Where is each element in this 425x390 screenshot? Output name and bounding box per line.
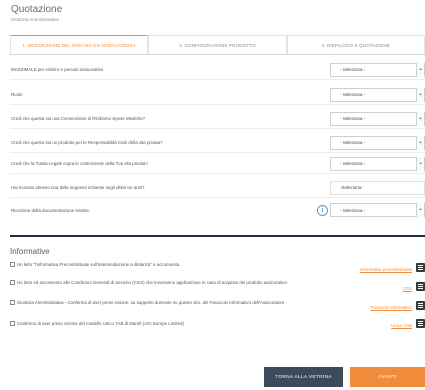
tutela-legale-select[interactable]: - Seleziona - ⌄	[330, 156, 425, 171]
document-icon[interactable]	[416, 301, 425, 310]
consent-text: Ho letto ed acconsento alle Condizioni G…	[17, 280, 287, 285]
ricezione-documentazione-select[interactable]: - Seleziona - ⌄	[330, 203, 425, 217]
chevron-down-icon[interactable]: ⌄	[416, 156, 424, 171]
consent-checkbox-row: Giustizia Amministrativa - Conferma di a…	[10, 299, 327, 307]
step-3-tab[interactable]: 3. RIEPILOGO E QUOTAZIONE	[286, 35, 425, 54]
doc-link-cgs[interactable]: CGS	[402, 286, 412, 291]
ruolo-select[interactable]: - Seleziona - ⌄	[330, 87, 425, 102]
document-icon[interactable]	[416, 319, 425, 328]
checkbox[interactable]	[10, 262, 15, 267]
question-label: MASSIMALE per sinistro e periodo assicur…	[11, 67, 104, 72]
select-value: - Seleziona -	[340, 67, 366, 72]
step-1-tab[interactable]: 1. DESCRIZIONE DEL RISCHIO ED ADEGUATEZZ…	[10, 35, 149, 54]
doc-link-fascicolo[interactable]: Fascicolo Informativo	[371, 305, 412, 310]
doc-link-unico[interactable]: Unico 7AB	[391, 323, 412, 328]
consent-text: Confermo di aver preso visione del model…	[17, 321, 184, 326]
rimborso-spese-select[interactable]: - Seleziona - ⌄	[330, 111, 425, 126]
doc-link-informativa[interactable]: Informativa precontrattuale	[360, 267, 412, 272]
chevron-down-icon[interactable]: ⌄	[416, 111, 424, 126]
responsabilita-civili-select[interactable]: - Seleziona - ⌄	[330, 135, 425, 150]
document-icon[interactable]	[416, 282, 425, 291]
select-value: - Seleziona -	[340, 116, 366, 121]
question-row: Hai ricevuto almeno una delle seguenti r…	[10, 178, 425, 198]
question-row: Credi che questo sia un prodotto per le …	[10, 133, 425, 153]
step-2-tab[interactable]: 2. CONFIGURAZIONE PRODOTTO	[148, 35, 287, 54]
richieste-select[interactable]: -Seleziona-	[330, 180, 425, 195]
chevron-down-icon[interactable]: ⌄	[416, 87, 424, 102]
question-row: Credi che questa sia una Convenzione di …	[10, 109, 425, 129]
checkbox[interactable]	[10, 321, 15, 326]
question-label: Credi che la Tutela Legale copra le cont…	[11, 161, 148, 166]
question-label: Credi che questo sia un prodotto per le …	[11, 140, 163, 145]
massimale-select[interactable]: - Seleziona - ⌄	[330, 62, 425, 77]
question-row: Ricezione della documentazione tramite: …	[10, 200, 425, 220]
question-label: Credi che questa sia una Convenzione di …	[11, 116, 145, 121]
next-button[interactable]: AVANTI	[350, 367, 425, 387]
question-row: MASSIMALE per sinistro e periodo assicur…	[10, 60, 425, 80]
chevron-down-icon[interactable]: ⌄	[416, 62, 424, 77]
informative-section: Informative	[10, 235, 425, 256]
select-value: - Seleziona -	[340, 161, 366, 166]
consent-text: Ho letto "l'informativa Precontrattuale …	[17, 262, 181, 267]
select-value: - Seleziona -	[340, 207, 366, 213]
back-to-shop-button[interactable]: TORNA ALLA VETRINA	[264, 367, 343, 387]
select-value: - Seleziona -	[340, 92, 366, 97]
info-icon[interactable]: i	[317, 204, 328, 216]
question-label: Ricezione della documentazione tramite:	[11, 207, 91, 213]
chevron-down-icon[interactable]: ⌄	[416, 203, 424, 217]
consent-checkbox-row: Ho letto ed acconsento alle Condizioni G…	[10, 279, 327, 287]
document-icon[interactable]	[416, 263, 425, 272]
select-value: - Seleziona -	[340, 140, 366, 145]
checkbox[interactable]	[10, 280, 15, 285]
consent-checkbox-row: Ho letto "l'informativa Precontrattuale …	[10, 261, 317, 269]
chevron-down-icon[interactable]: ⌄	[416, 135, 424, 150]
question-label: Ruolo	[11, 92, 23, 97]
consent-text: Giustizia Amministrativa - Conferma di a…	[17, 300, 286, 305]
page-title: Quotazione	[11, 4, 63, 15]
consent-checkbox-row: Confermo di aver preso visione del model…	[10, 320, 317, 328]
question-row: Credi che la Tutela Legale copra le cont…	[10, 154, 425, 174]
question-row: Ruolo - Seleziona - ⌄	[10, 85, 425, 105]
checkbox[interactable]	[10, 300, 15, 305]
informative-heading: Informative	[10, 247, 50, 256]
question-label: Hai ricevuto almeno una delle seguenti r…	[11, 185, 145, 190]
page-subtitle: Giustizia Amministrativa	[11, 17, 59, 22]
select-value: -Seleziona-	[340, 185, 363, 190]
wizard-steps: 1. DESCRIZIONE DEL RISCHIO ED ADEGUATEZZ…	[10, 35, 425, 55]
